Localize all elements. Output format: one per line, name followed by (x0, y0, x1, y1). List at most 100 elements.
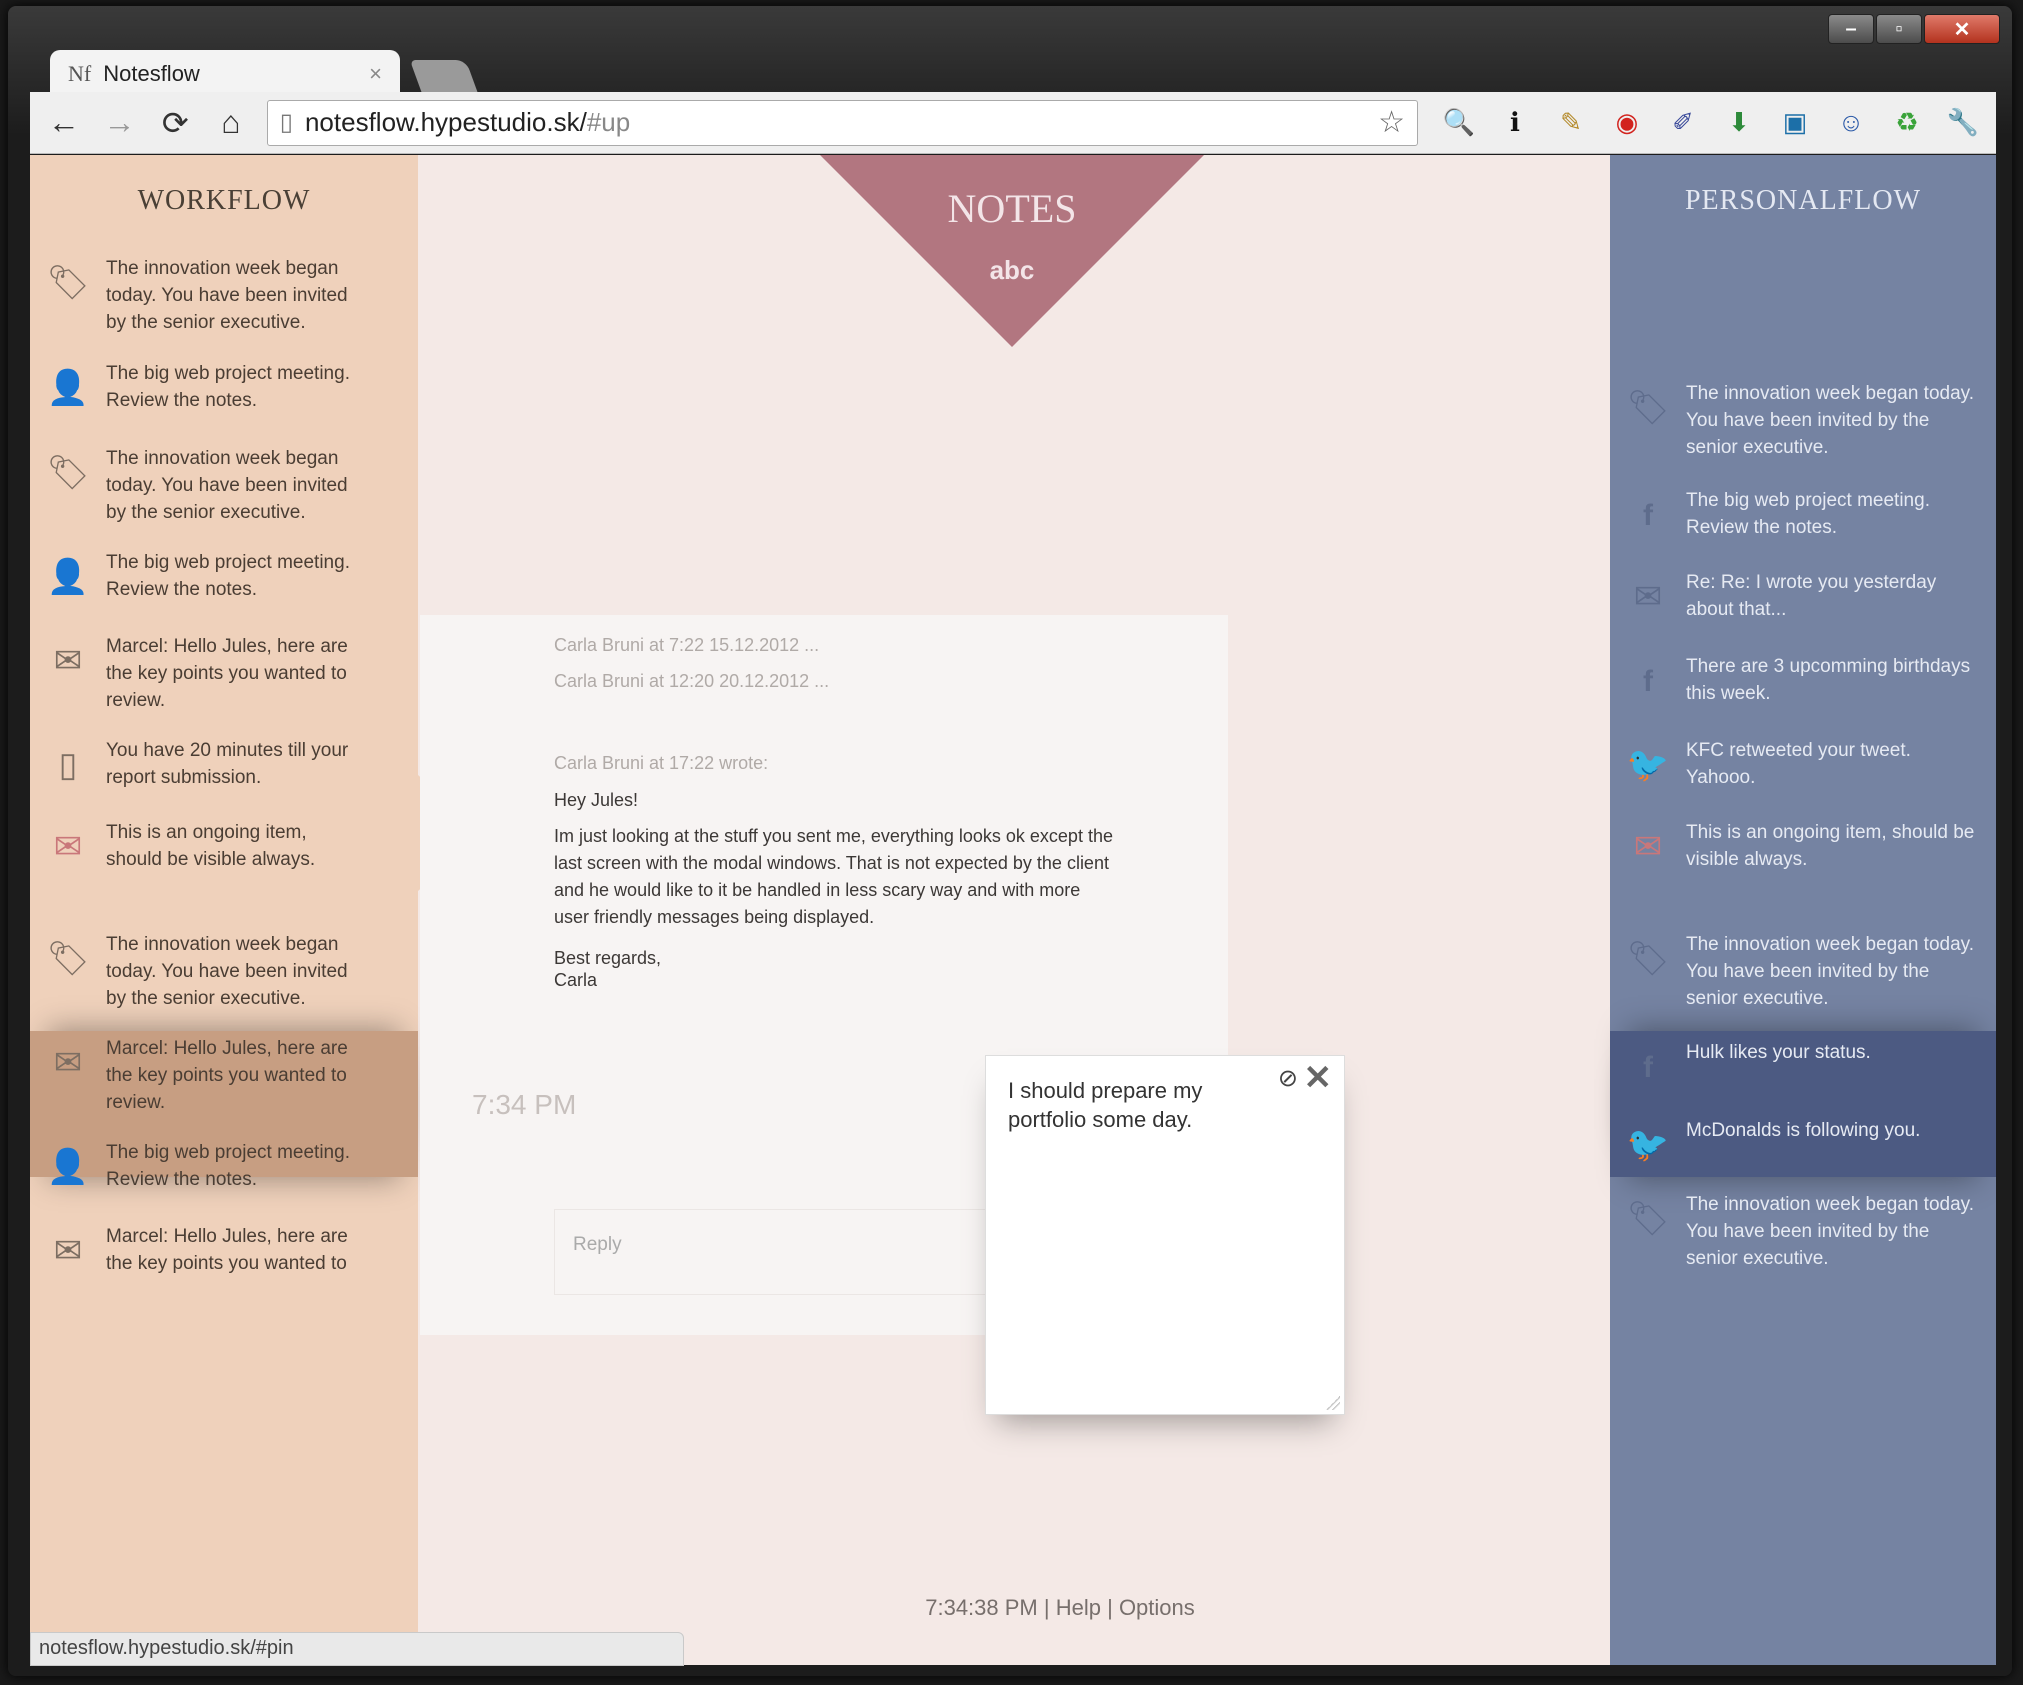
workflow-item[interactable]: ✉ Marcel: Hello Jules, here are the key p… (30, 633, 418, 714)
favicon-icon: Nf (68, 61, 92, 86)
mail-icon: ✉ (53, 827, 83, 866)
personal-item-text: The innovation week began today. You hav… (1686, 934, 1975, 1009)
forward-button[interactable]: → (100, 104, 140, 141)
person-icon: 👤 (46, 368, 90, 407)
download-icon[interactable]: ⬇ (1720, 104, 1758, 142)
mail-icon: ✉ (53, 1043, 83, 1082)
back-button[interactable]: ← (44, 104, 84, 141)
extensions-area: 🔍 ℹ ✎ ◉ ✐ ⬇ ▣ ☺ ♻ 🔧 (1440, 104, 1982, 142)
recycle-icon[interactable]: ♻ (1888, 104, 1926, 142)
eyedropper-icon[interactable]: ✐ (1664, 104, 1702, 142)
maximize-button[interactable]: ▫ (1876, 14, 1922, 44)
notes-tab-triangle[interactable] (820, 155, 1204, 347)
twitter-icon: 🐦 (1626, 745, 1670, 784)
notes-title[interactable]: NOTES (820, 185, 1204, 232)
personal-item[interactable]: 🏷 The innovation week began today. You ha… (1610, 1191, 1996, 1272)
message-body: Im just looking at the stuff you sent me… (554, 826, 1113, 927)
window-controls: – ▫ ✕ (1828, 14, 2000, 44)
workflow-item-text: The innovation week began today. You hav… (106, 934, 348, 1009)
message-header: Carla Bruni at 17:22 wrote: (554, 753, 769, 773)
history-item[interactable]: Carla Bruni at 12:20 20.12.2012 ... (554, 671, 829, 692)
home-button[interactable]: ⌂ (211, 104, 251, 141)
wrench-icon[interactable]: 🔧 (1944, 104, 1982, 142)
url-text[interactable]: notesflow.hypestudio.sk/#up (305, 107, 1366, 138)
browser-toolbar: ← → ⟳ ⌂ ▯ notesflow.hypestudio.sk/#up ☆ … (30, 92, 1996, 154)
workflow-item-text: Marcel: Hello Jules, here are the key po… (106, 1226, 348, 1274)
page-footer: 7:34:38 PM | Help | Options (925, 1595, 1195, 1620)
personal-item-text: Hulk likes your status. (1686, 1042, 1871, 1063)
info-icon[interactable]: ℹ (1496, 104, 1534, 142)
personal-item-text: KFC retweeted your tweet. Yahooo. (1686, 740, 1911, 788)
personal-item-text: Re: Re: I wrote you yesterday about that… (1686, 572, 1937, 620)
workflow-item-text: The innovation week began today. You hav… (106, 258, 348, 333)
tab-close-icon[interactable]: × (369, 61, 382, 87)
message-signature: Carla (554, 970, 598, 990)
minimize-button[interactable]: – (1828, 14, 1874, 44)
sticky-note-text[interactable]: I should prepare my portfolio some day. (1008, 1076, 1268, 1134)
reload-button[interactable]: ⟳ (155, 104, 195, 142)
tag-icon: 🏷 (1626, 1199, 1670, 1238)
magnifier-icon[interactable]: 🔍 (1440, 104, 1478, 142)
close-icon[interactable]: ✕ (1304, 1058, 1333, 1098)
mail-icon: ✉ (1633, 827, 1663, 866)
mail-icon: ✉ (53, 641, 83, 680)
smiley-icon[interactable]: ☺ (1832, 104, 1870, 142)
workflow-item-text: Marcel: Hello Jules, here are the key po… (106, 1038, 348, 1113)
workflow-item-text: The big web project meeting. Review the … (106, 552, 350, 600)
personal-item[interactable]: ✉ This is an ongoing item, should be visi… (1610, 819, 1996, 873)
personal-item[interactable]: 🏷 The innovation week began today. You ha… (1610, 931, 1996, 1012)
notes-subtitle: abc (989, 255, 1035, 285)
workflow-item-text: The innovation week began today. You hav… (106, 448, 348, 523)
workflow-item[interactable]: ✉ This is an ongoing item, should be visi… (30, 819, 418, 873)
personal-item-text: The big web project meeting. Review the … (1686, 490, 1930, 538)
personal-item[interactable]: f Hulk likes your status. (1610, 1039, 1996, 1089)
mail-icon: ✉ (53, 1231, 83, 1270)
opera-icon[interactable]: ◉ (1608, 104, 1646, 142)
new-tab-button[interactable] (409, 60, 479, 94)
help-link[interactable]: Help (1056, 1595, 1101, 1620)
workflow-item-text: The big web project meeting. Review the … (106, 1142, 350, 1190)
workflow-item[interactable]: 👤 The big web project meeting. Review the… (30, 360, 418, 414)
twitter-icon: 🐦 (1626, 1125, 1670, 1164)
workflow-item[interactable]: ▯ You have 20 minutes till your report su… (30, 737, 418, 791)
person-icon: 👤 (46, 557, 90, 596)
personal-item[interactable]: 🏷 The innovation week began today. You ha… (1610, 380, 1996, 461)
bookmark-star-icon[interactable]: ☆ (1378, 105, 1405, 140)
page-viewport: WORKFLOW 🏷 The innovation week began toda… (30, 155, 1996, 1665)
facebook-icon: f (1643, 1050, 1653, 1084)
workflow-item-text: You have 20 minutes till your report sub… (106, 740, 349, 788)
history-item[interactable]: Carla Bruni at 7:22 15.12.2012 ... (554, 635, 819, 656)
footer-clock: 7:34:38 PM (925, 1595, 1038, 1620)
workflow-title: WORKFLOW (137, 185, 311, 216)
address-bar[interactable]: ▯ notesflow.hypestudio.sk/#up ☆ (266, 99, 1418, 146)
tag-icon: 🏷 (46, 939, 90, 978)
tag-icon: 🏷 (1626, 939, 1670, 978)
workflow-item[interactable]: 🏷 The innovation week began today. You ha… (30, 931, 418, 1012)
css-icon[interactable]: ▣ (1776, 104, 1814, 142)
workflow-item[interactable]: ✉ Marcel: Hello Jules, here are the key p… (30, 1035, 418, 1116)
resize-grip[interactable] (1326, 1396, 1340, 1410)
tab-notesflow[interactable]: Nf Notesflow × (50, 50, 400, 98)
page-icon: ▯ (279, 109, 293, 136)
notepad-icon[interactable]: ✎ (1552, 104, 1590, 142)
pin-icon[interactable]: ⊘ (1278, 1064, 1298, 1093)
personal-item[interactable]: f There are 3 upcomming birthdays this we… (1610, 653, 1996, 707)
options-link[interactable]: Options (1119, 1595, 1195, 1620)
personal-item[interactable]: ✉ Re: Re: I wrote you yesterday about tha… (1610, 569, 1996, 623)
tag-icon: 🏷 (46, 263, 90, 302)
personal-item[interactable]: 🐦 McDonalds is following you. (1610, 1117, 1996, 1167)
personal-item-text: The innovation week began today. You hav… (1686, 1194, 1975, 1269)
mail-icon: ✉ (1633, 577, 1663, 616)
workflow-item[interactable]: 🏷 The innovation week began today. You ha… (30, 445, 418, 526)
workflow-item-text: The big web project meeting. Review the … (106, 363, 350, 411)
message-time: 7:34 PM (472, 1089, 577, 1120)
workflow-item[interactable]: 👤 The big web project meeting. Review the… (30, 1139, 418, 1193)
personal-item[interactable]: f The big web project meeting. Review the… (1610, 487, 1996, 541)
close-window-button[interactable]: ✕ (1924, 14, 2000, 44)
personal-item[interactable]: 🐦 KFC retweeted your tweet. Yahooo. (1610, 737, 1996, 791)
workflow-item[interactable]: 👤 The big web project meeting. Review the… (30, 549, 418, 603)
workflow-item[interactable]: ✉ Marcel: Hello Jules, here are the key p… (30, 1223, 418, 1277)
sticky-note[interactable]: I should prepare my portfolio some day. … (985, 1055, 1345, 1415)
personalflow-column: PERSONALFLOW 🏷 The innovation week began … (1610, 155, 1996, 1665)
workflow-item[interactable]: 🏷 The innovation week began today. You ha… (30, 255, 418, 336)
